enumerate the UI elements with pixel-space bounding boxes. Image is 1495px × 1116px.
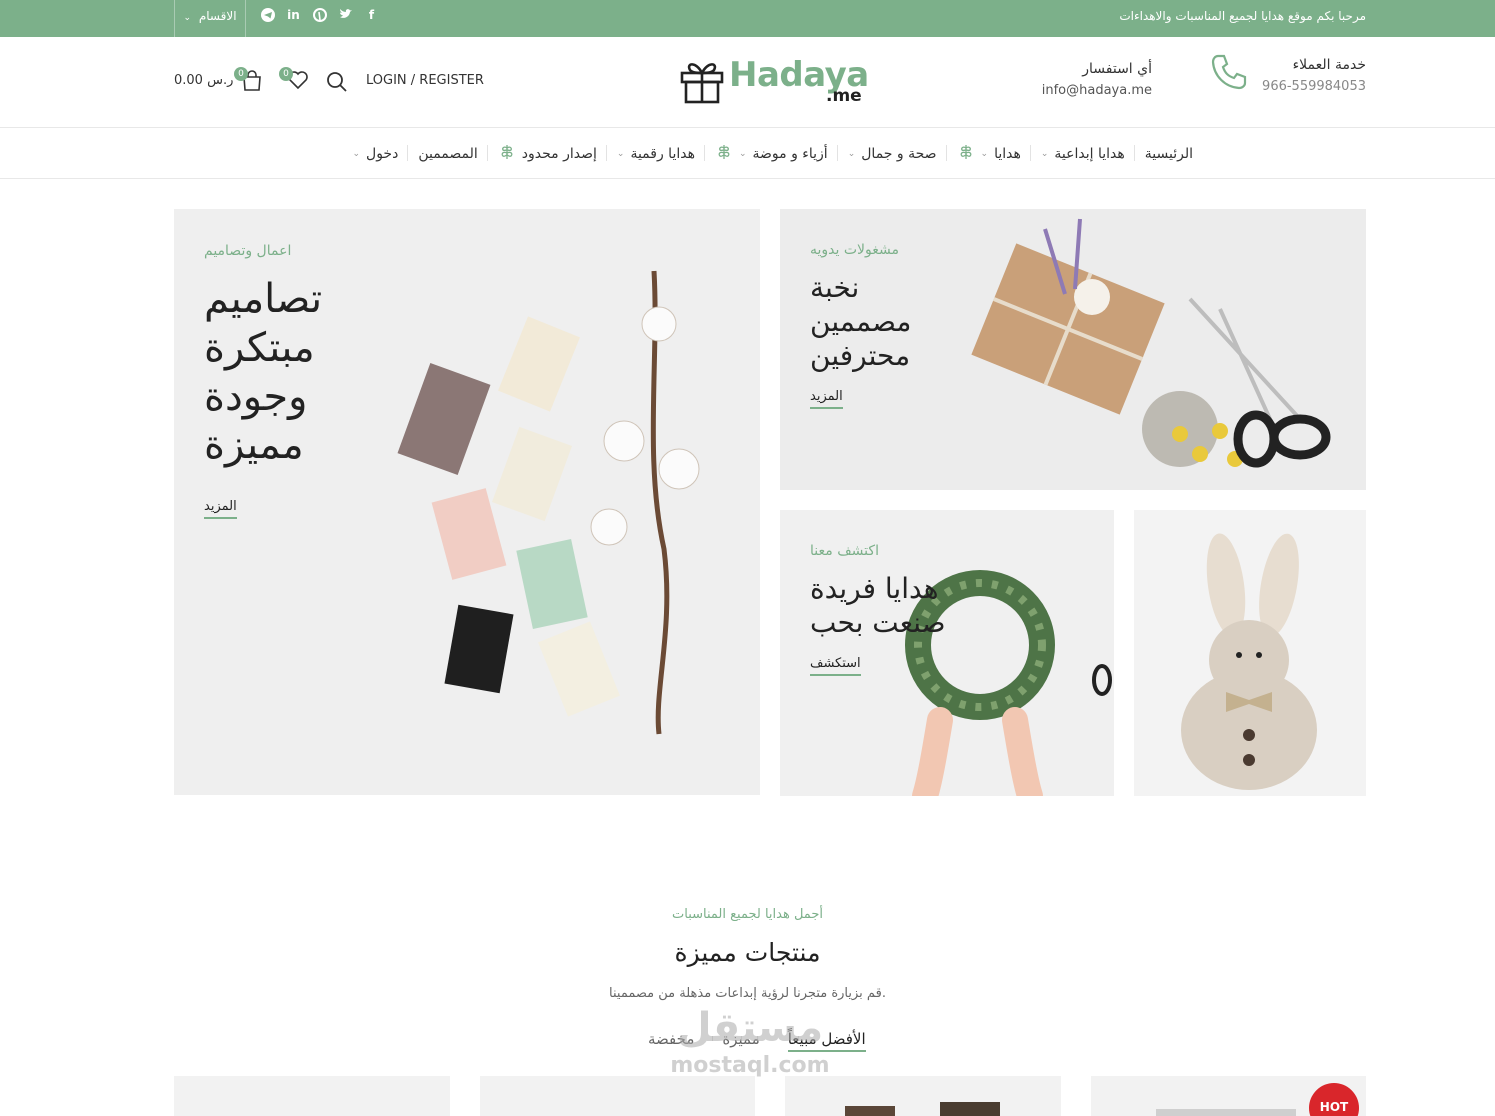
banner-title-line: صنعت بحب (810, 606, 946, 640)
banner-title-line: نخبة (810, 271, 860, 304)
leaf-icon-wrap (498, 143, 516, 165)
watermark-latin: mostaql.com (670, 1053, 830, 1078)
twitter-icon[interactable] (338, 8, 353, 23)
nav-item[interactable]: الرئيسية (1135, 143, 1203, 165)
banner-title-line: محترفين (810, 339, 911, 373)
featured-description: قم بزيارة متجرنا لرؤية إبداعات مذهلة من … (609, 986, 886, 1001)
nav-item[interactable]: هدايا ⌄ (947, 143, 1032, 165)
nav-item-label: صحة و جمال (861, 146, 937, 162)
banner-title-line: وجودة (204, 373, 308, 420)
watermark: مستقل mostaql.com (650, 1003, 850, 1093)
customer-service: خدمة العملاء 966-559984053 (1262, 57, 1366, 94)
linkedin-icon[interactable]: in (286, 8, 301, 23)
banner-discover-explore-link[interactable]: استكشف (810, 656, 861, 676)
inquiry-contact: أي استفسار info@hadaya.me (1042, 61, 1152, 98)
nav-item[interactable]: هدايا رقمية ⌄ (607, 143, 706, 165)
phone-icon (1210, 53, 1248, 95)
banner-title-line: مبتكرة (204, 324, 315, 371)
product-image (1156, 1109, 1296, 1116)
facebook-icon[interactable]: f (364, 8, 379, 23)
nav-item-label: هدايا رقمية (630, 146, 695, 162)
leaf-icon (501, 145, 513, 159)
nav-menu: الرئيسية هدايا إبداعية ⌄ هدايا ⌄ صحة و جمال ⌄ أ… (342, 143, 1203, 165)
pinterest-icon[interactable] (312, 8, 327, 23)
banner-title-line: مميزة (204, 422, 304, 469)
banner-discover-subtitle: اكتشف معنا (810, 543, 879, 559)
banner-crafts[interactable]: مشغولات يدويه نخبة مصممين محترفين المزيد (780, 209, 1366, 490)
nav-item[interactable]: دخول ⌄ (342, 143, 409, 165)
customer-service-phone[interactable]: 966-559984053 (1262, 79, 1366, 94)
watermark-arabic: مستقل (676, 1005, 824, 1051)
site-header: 0.00 ر.س 0 0 LOGIN / REGISTER Hadaya .me… (0, 37, 1495, 128)
leaf-icon-wrap (957, 143, 975, 165)
wishlist-count-badge: 0 (279, 67, 293, 81)
login-register-link[interactable]: LOGIN / REGISTER (366, 73, 484, 88)
nav-item[interactable]: إصدار محدود (488, 143, 608, 165)
chevron-down-icon: ⌄ (183, 13, 191, 23)
inquiry-email[interactable]: info@hadaya.me (1042, 83, 1152, 98)
nav-item[interactable]: المصممين (408, 143, 489, 165)
chevron-down-icon: ⌄ (352, 149, 361, 159)
leaf-icon-wrap (715, 143, 733, 165)
banner-title-line: مصممين (810, 305, 912, 339)
inquiry-title: أي استفسار (1082, 61, 1152, 77)
nav-item-label: إصدار محدود (521, 146, 597, 162)
banner-crafts-more-link[interactable]: المزيد (810, 389, 843, 409)
nav-item[interactable]: هدايا إبداعية ⌄ (1031, 143, 1135, 165)
nav-item[interactable]: أزياء و موضة ⌄ (705, 143, 838, 165)
nav-item-label: دخول (366, 146, 399, 162)
nav-item-label: هدايا (994, 146, 1021, 162)
banner-designs-subtitle: اعمال وتصاميم (204, 243, 292, 259)
cart-count-badge: 0 (234, 67, 248, 81)
chevron-down-icon: ⌄ (847, 149, 856, 159)
nav-item-label: هدايا إبداعية (1054, 146, 1125, 162)
main-nav: الرئيسية هدايا إبداعية ⌄ هدايا ⌄ صحة و جمال ⌄ أ… (0, 128, 1495, 179)
banner-designs-more-link[interactable]: المزيد (204, 499, 237, 519)
banner-crafts-title: نخبة مصممين محترفين (810, 271, 911, 373)
social-links: in f (260, 8, 379, 23)
product-image (845, 1106, 895, 1116)
chevron-down-icon: ⌄ (738, 149, 747, 159)
cart-total[interactable]: 0.00 ر.س (174, 73, 233, 88)
top-bar: ⌄ الاقسام in f مرحبا بكم موقع هدايا لجمي… (0, 0, 1495, 37)
search-icon[interactable] (326, 71, 348, 97)
banner-designs-title: تصاميم مبتكرة وجودة مميزة (204, 275, 322, 470)
welcome-text: مرحبا بكم موقع هدايا لجميع المناسبات وال… (1119, 9, 1366, 23)
product-card[interactable] (174, 1076, 450, 1116)
leaf-icon (960, 145, 971, 159)
banner-bunny[interactable] (1134, 510, 1366, 796)
site-logo[interactable]: Hadaya .me (678, 55, 878, 110)
banner-discover[interactable]: اكتشف معنا هدايا فريدة صنعت بحب استكشف (780, 510, 1114, 796)
nav-item-label: أزياء و موضة (752, 146, 828, 162)
banner-title-line: تصاميم (204, 276, 323, 322)
chevron-down-icon: ⌄ (980, 149, 989, 159)
banner-designs[interactable]: اعمال وتصاميم تصاميم مبتكرة وجودة مميزة … (174, 209, 760, 795)
banner-title-line: هدايا فريدة (810, 572, 939, 605)
gift-icon (680, 63, 724, 104)
chevron-down-icon: ⌄ (1040, 149, 1049, 159)
telegram-icon[interactable] (260, 8, 275, 23)
categories-dropdown[interactable]: ⌄ الاقسام (174, 0, 246, 37)
banner-crafts-subtitle: مشغولات يدويه (810, 242, 899, 258)
nav-item-label: الرئيسية (1144, 146, 1193, 162)
leaf-icon (718, 145, 730, 159)
logo-tld: .me (826, 86, 862, 106)
product-image (940, 1102, 1000, 1116)
nav-item[interactable]: صحة و جمال ⌄ (838, 143, 947, 165)
chevron-down-icon: ⌄ (616, 149, 625, 159)
bunny-toy-image (1134, 510, 1366, 796)
customer-service-title: خدمة العملاء (1292, 57, 1366, 73)
featured-title: منتجات مميزة (674, 938, 821, 967)
banner-discover-title: هدايا فريدة صنعت بحب (810, 572, 946, 640)
categories-label: الاقسام (198, 9, 237, 23)
nav-item-label: المصممين (418, 146, 478, 162)
featured-subtitle: أجمل هدايا لجميع المناسبات (672, 907, 823, 922)
